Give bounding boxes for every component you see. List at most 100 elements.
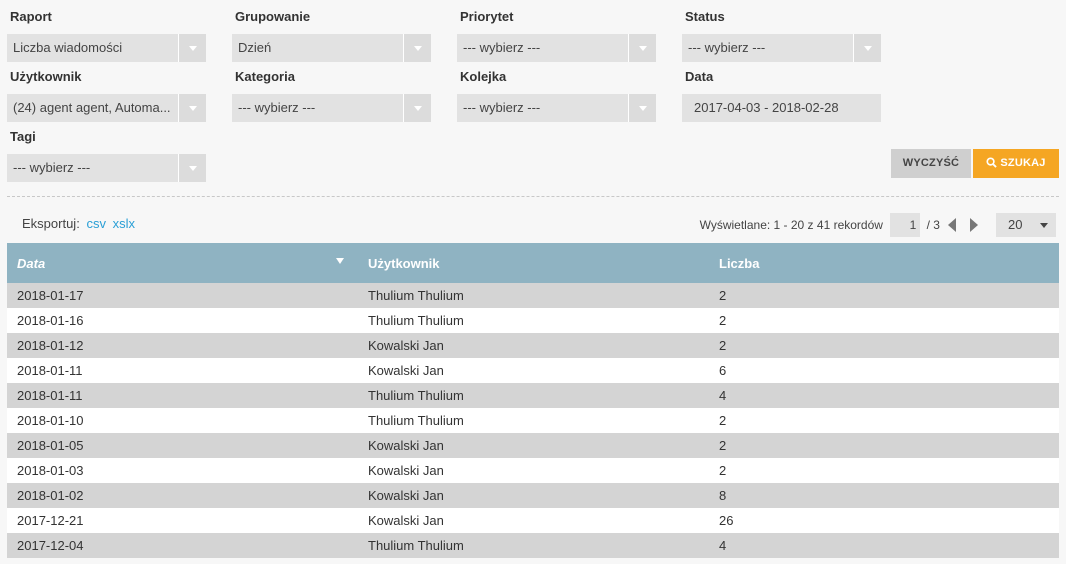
export-xslx-link[interactable]: xslx <box>113 216 135 231</box>
cell-user: Kowalski Jan <box>368 513 444 528</box>
table-row: 2018-01-02 Kowalski Jan 8 <box>7 483 1059 508</box>
chevron-down-icon <box>853 34 881 62</box>
total-pages: / 3 <box>926 217 940 232</box>
export-label: Eksportuj: <box>22 216 80 231</box>
cell-date: 2018-01-10 <box>17 413 84 428</box>
sort-desc-icon <box>336 258 344 264</box>
cell-user: Kowalski Jan <box>368 338 444 353</box>
cell-count: 8 <box>719 488 727 503</box>
grouping-select-value: Dzień <box>238 40 272 55</box>
report-label: Raport <box>10 9 52 24</box>
cell-user: Kowalski Jan <box>368 463 444 478</box>
cell-user: Thulium Thulium <box>368 413 464 428</box>
cell-count: 26 <box>719 513 734 528</box>
table-row: 2018-01-03 Kowalski Jan 2 <box>7 458 1059 483</box>
cell-count: 2 <box>719 413 727 428</box>
cell-date: 2018-01-17 <box>17 288 84 303</box>
category-select[interactable]: --- wybierz --- <box>232 94 431 122</box>
table-row: 2017-12-21 Kowalski Jan 26 <box>7 508 1059 533</box>
clear-button[interactable]: WYCZYŚĆ <box>891 149 971 178</box>
search-button[interactable]: SZUKAJ <box>973 149 1059 178</box>
cell-count: 2 <box>719 338 727 353</box>
table-row: 2018-01-11 Kowalski Jan 6 <box>7 358 1059 383</box>
report-select-value: Liczba wiadomości <box>13 40 123 55</box>
export-csv-link[interactable]: csv <box>86 216 106 231</box>
next-page-icon[interactable] <box>969 217 979 232</box>
table-header-row: Data Użytkownik Liczba <box>7 243 1059 283</box>
cell-user: Thulium Thulium <box>368 538 464 553</box>
grouping-field: Grupowanie Dzień <box>232 8 432 62</box>
search-button-label: SZUKAJ <box>1000 157 1046 169</box>
cell-count: 2 <box>719 438 727 453</box>
cell-user: Kowalski Jan <box>368 488 444 503</box>
search-icon <box>986 157 998 168</box>
report-field: Raport Liczba wiadomości <box>7 8 207 62</box>
tags-select[interactable]: --- wybierz --- <box>7 154 206 182</box>
cell-user: Thulium Thulium <box>368 288 464 303</box>
cell-date: 2018-01-02 <box>17 488 84 503</box>
date-range-input[interactable]: 2017-04-03 - 2018-02-28 <box>682 94 881 122</box>
status-field: Status --- wybierz --- <box>682 8 882 62</box>
queue-select[interactable]: --- wybierz --- <box>457 94 656 122</box>
chevron-down-icon <box>403 34 431 62</box>
cell-date: 2018-01-11 <box>17 388 83 403</box>
priority-field: Priorytet --- wybierz --- <box>457 8 657 62</box>
cell-count: 4 <box>719 538 727 553</box>
cell-user: Thulium Thulium <box>368 313 464 328</box>
chevron-down-icon <box>403 94 431 122</box>
grouping-label: Grupowanie <box>235 9 311 24</box>
table-row: 2018-01-16 Thulium Thulium 2 <box>7 308 1059 333</box>
queue-label: Kolejka <box>460 69 507 84</box>
per-page-select[interactable]: 20 <box>996 212 1056 237</box>
table-row: 2018-01-12 Kowalski Jan 2 <box>7 333 1059 358</box>
cell-user: Kowalski Jan <box>368 363 444 378</box>
chevron-down-icon <box>178 154 206 182</box>
table-row: 2018-01-11 Thulium Thulium 4 <box>7 383 1059 408</box>
cell-date: 2018-01-16 <box>17 313 84 328</box>
category-label: Kategoria <box>235 69 295 84</box>
table-body: 2018-01-17 Thulium Thulium 2 2018-01-16 Thul… <box>7 283 1059 558</box>
cell-count: 2 <box>719 288 727 303</box>
cell-date: 2018-01-05 <box>17 438 84 453</box>
chevron-down-icon <box>178 34 206 62</box>
priority-label: Priorytet <box>460 9 514 24</box>
tags-field: Tagi --- wybierz --- <box>7 128 207 182</box>
cell-date: 2018-01-03 <box>17 463 84 478</box>
table-row: 2018-01-05 Kowalski Jan 2 <box>7 433 1059 458</box>
cell-count: 2 <box>719 313 727 328</box>
column-header-date[interactable]: Data <box>7 243 358 283</box>
priority-select[interactable]: --- wybierz --- <box>457 34 656 62</box>
cell-user: Kowalski Jan <box>368 438 444 453</box>
cell-date: 2017-12-04 <box>17 538 84 553</box>
divider <box>7 196 1059 197</box>
queue-field: Kolejka --- wybierz --- <box>457 68 657 122</box>
status-select-value: --- wybierz --- <box>688 40 766 55</box>
report-select[interactable]: Liczba wiadomości <box>7 34 206 62</box>
category-field: Kategoria --- wybierz --- <box>232 68 432 122</box>
cell-count: 2 <box>719 463 727 478</box>
cell-date: 2017-12-21 <box>17 513 84 528</box>
cell-count: 4 <box>719 388 727 403</box>
status-select[interactable]: --- wybierz --- <box>682 34 881 62</box>
cell-user: Thulium Thulium <box>368 388 464 403</box>
page-number-input[interactable]: 1 <box>890 212 921 237</box>
date-field: Data 2017-04-03 - 2018-02-28 <box>682 68 882 122</box>
tags-label: Tagi <box>10 129 36 144</box>
report-table: Data Użytkownik Liczba 2018-01-17 Thulium… <box>7 243 1059 558</box>
filters-panel: Raport Liczba wiadomości Grupowanie Dzie… <box>0 0 1066 190</box>
chevron-down-icon <box>628 94 656 122</box>
previous-page-icon[interactable] <box>947 217 957 232</box>
export-bar: Eksportuj: csv xslx <box>22 215 135 233</box>
column-header-date-label: Data <box>17 255 46 271</box>
cell-date: 2018-01-12 <box>17 338 84 353</box>
user-select[interactable]: (24) agent agent, Automa... <box>7 94 206 122</box>
grouping-select[interactable]: Dzień <box>232 34 431 62</box>
date-label: Data <box>685 69 714 84</box>
table-row: 2018-01-17 Thulium Thulium 2 <box>7 283 1059 308</box>
cell-date: 2018-01-11 <box>17 363 83 378</box>
chevron-down-icon <box>628 34 656 62</box>
column-header-count[interactable]: Liczba <box>709 243 1059 283</box>
pagination: Wyświetlane: 1 - 20 z 41 rekordów 1 / 3 … <box>700 212 1056 237</box>
user-label: Użytkownik <box>10 69 82 84</box>
column-header-user[interactable]: Użytkownik <box>358 243 709 283</box>
